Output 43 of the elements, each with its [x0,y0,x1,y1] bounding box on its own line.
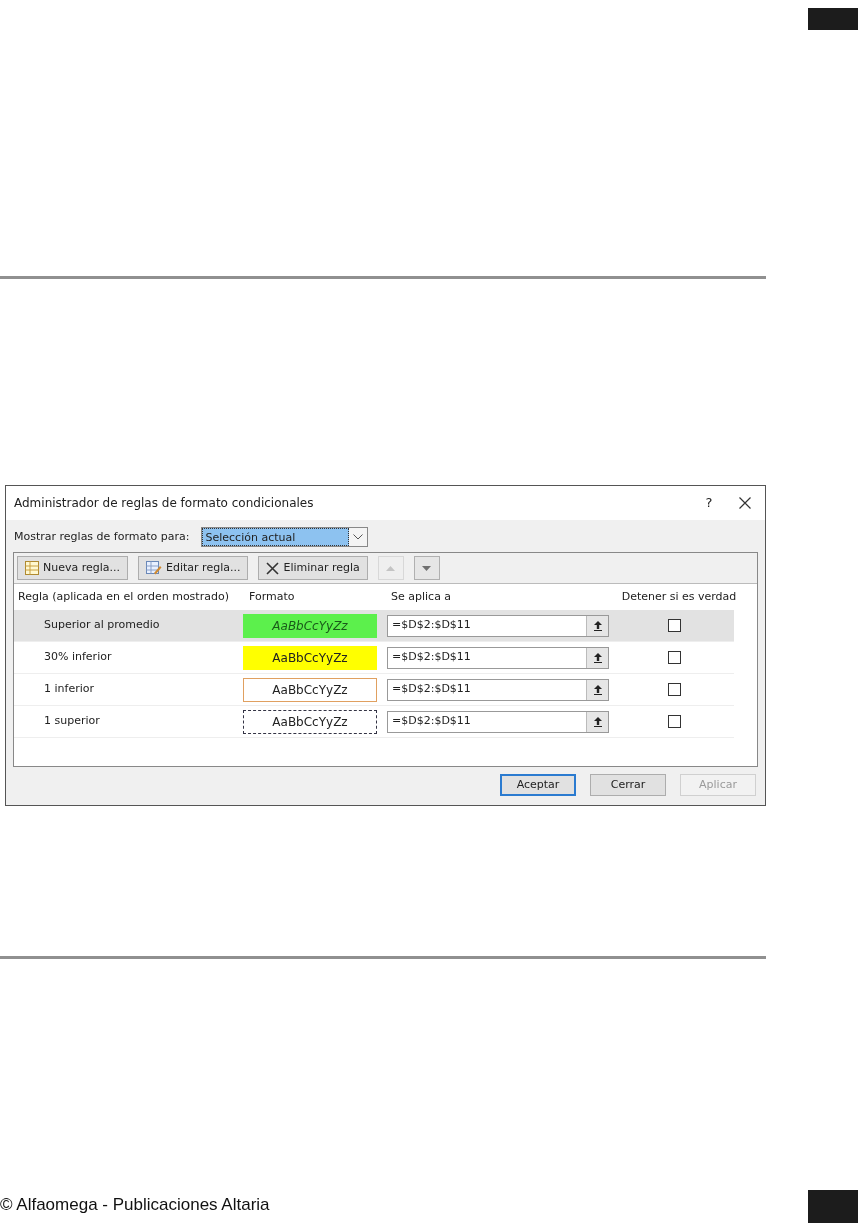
chevron-down-icon [353,534,364,540]
new-rule-button[interactable]: Nueva regla... [17,556,129,580]
checkbox[interactable] [667,619,681,632]
range-field[interactable]: =$D$2:$D$11 [387,678,609,701]
rule-name: 30% inferior [43,649,113,666]
collapse-arrow-icon[interactable] [593,684,602,695]
dialog-button[interactable]: Cerrar [590,774,666,796]
checkbox[interactable] [667,651,681,664]
edit-table-icon [146,561,163,575]
column-header: Se aplica a [390,588,453,605]
window-title: Administrador de reglas de formato condicionales [14,495,315,512]
edit-rule-button[interactable]: Editar regla... [138,556,249,580]
footer-copyright: © Alfaomega - Publicaciones Altaria [0,1194,270,1214]
delete-rule-button[interactable]: Eliminar regla [258,556,368,580]
help-button[interactable]: ? [697,493,721,513]
move-down-button[interactable] [413,556,440,580]
column-header: Regla (aplicada en el orden mostrado) [17,588,230,605]
format-preview: AaBbCcYyZz [243,677,377,702]
rule-name: 1 superior [43,713,101,730]
checkbox[interactable] [667,715,681,728]
close-icon[interactable] [739,497,751,509]
show-rules-dropdown[interactable]: Selección actual [201,527,369,547]
range-field[interactable]: =$D$2:$D$11 [387,614,609,637]
format-preview: AaBbCcYyZz [243,645,377,670]
column-header: Formato [248,588,296,605]
checkbox[interactable] [667,683,681,696]
rule-name: 1 inferior [43,681,95,698]
triangle-down-icon [422,565,432,571]
show-rules-label: Mostrar reglas de formato para: [14,528,190,545]
range-field[interactable]: =$D$2:$D$11 [387,646,609,669]
collapse-arrow-icon[interactable] [593,652,602,663]
table-icon [25,561,39,575]
triangle-up-icon [386,565,396,571]
collapse-arrow-icon[interactable] [593,620,602,631]
close-icon [266,561,280,575]
dialog-button[interactable]: Aceptar [500,774,576,796]
column-header: Detener si es verdad [620,588,738,605]
format-preview: AaBbCcYyZz [243,709,377,734]
format-preview: AaBbCcYyZz [243,613,377,638]
range-field[interactable]: =$D$2:$D$11 [387,710,609,733]
rule-row[interactable]: Superior al promedio AaBbCcYyZz =$D$2:$D$11 [14,610,734,642]
collapse-arrow-icon[interactable] [593,716,602,727]
rule-name: Superior al promedio [43,617,161,634]
